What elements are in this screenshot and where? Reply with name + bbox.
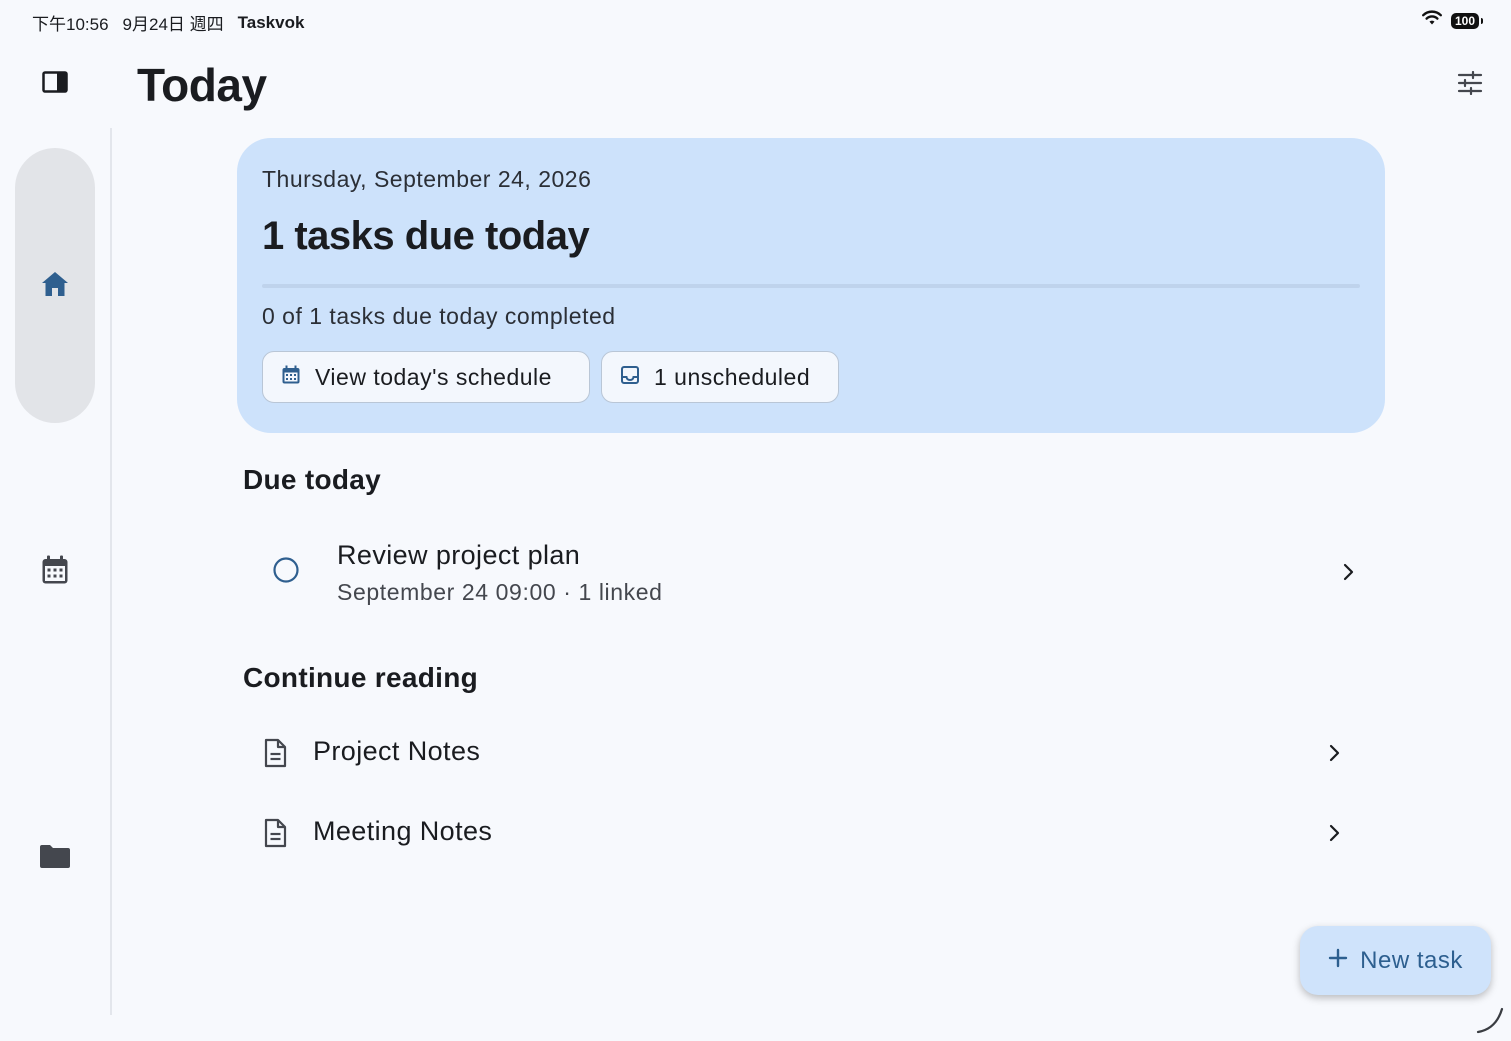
filter-button[interactable] [1455, 70, 1485, 100]
document-row-project-notes[interactable]: Project Notes [255, 720, 1355, 784]
calendar-icon [281, 364, 301, 391]
unscheduled-label: 1 unscheduled [654, 363, 811, 390]
status-time: 下午10:56 [32, 15, 109, 34]
due-today-heading: Due today [243, 464, 382, 495]
task-checkbox[interactable] [273, 556, 299, 588]
progress-text: 0 of 1 tasks due today completed [262, 303, 616, 329]
document-title: Meeting Notes [313, 816, 493, 846]
calendar-icon [41, 555, 69, 590]
folder-icon [39, 843, 71, 874]
chevron-right-icon [1337, 561, 1359, 583]
unscheduled-button[interactable]: 1 unscheduled [601, 351, 839, 403]
view-schedule-label: View today's schedule [315, 363, 552, 390]
battery-indicator: 100 [1450, 12, 1484, 29]
wifi-icon [1421, 10, 1443, 31]
new-task-label: New task [1360, 946, 1463, 974]
plus-icon [1328, 947, 1348, 975]
tune-icon [1457, 70, 1483, 100]
document-icon [263, 738, 289, 768]
sidebar-toggle-button[interactable] [40, 70, 70, 98]
page-title: Today [137, 59, 267, 111]
new-task-button[interactable]: New task [1300, 926, 1491, 995]
document-title: Project Notes [313, 736, 481, 766]
status-app-name: Taskvok [237, 12, 305, 32]
task-row[interactable]: Review project plan September 24 09:00 ·… [255, 527, 1375, 617]
status-bar-left: 下午10:56 9月24日 週四 Taskvok [32, 10, 304, 35]
document-row-meeting-notes[interactable]: Meeting Notes [255, 800, 1355, 864]
inbox-icon [620, 364, 640, 391]
task-title: Review project plan [337, 540, 581, 570]
home-icon [41, 271, 69, 302]
progress-bar [262, 284, 1360, 288]
circle-checkbox-icon [273, 556, 299, 588]
chevron-right-icon [1323, 742, 1345, 764]
status-bar-right: 100 [1421, 10, 1484, 31]
continue-reading-heading: Continue reading [243, 662, 479, 693]
chevron-right-icon [1323, 822, 1345, 844]
window-resize-handle[interactable] [1474, 1005, 1504, 1035]
nav-home[interactable] [35, 266, 75, 306]
sidebar-toggle-icon [42, 70, 68, 98]
document-icon [263, 818, 289, 848]
nav-calendar[interactable] [35, 552, 75, 592]
today-summary-card: Thursday, September 24, 2026 1 tasks due… [237, 138, 1385, 433]
hero-date: Thursday, September 24, 2026 [262, 166, 592, 192]
hero-headline: 1 tasks due today [262, 214, 590, 258]
status-bar: 下午10:56 9月24日 週四 Taskvok 100 [0, 0, 1511, 40]
status-date: 9月24日 週四 [122, 15, 224, 34]
rail-divider [110, 128, 112, 1015]
nav-files[interactable] [35, 838, 75, 878]
view-schedule-button[interactable]: View today's schedule [262, 351, 590, 403]
task-meta: September 24 09:00 · 1 linked [337, 579, 663, 605]
